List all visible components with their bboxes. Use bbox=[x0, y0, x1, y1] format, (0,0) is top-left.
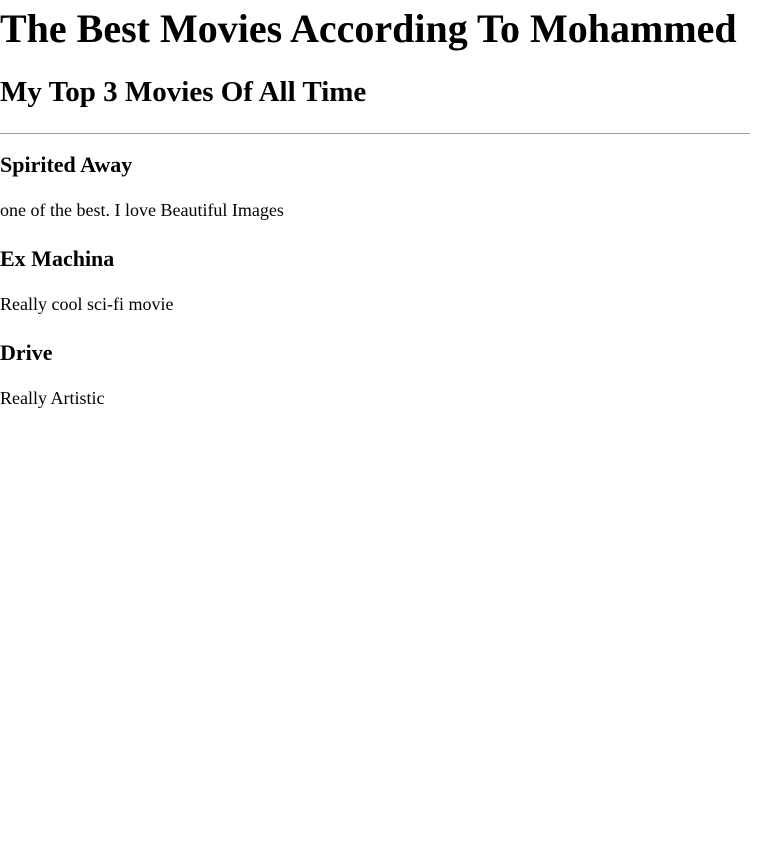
page-subtitle: My Top 3 Movies Of All Time bbox=[0, 76, 367, 108]
page-content: The Best Movies According To Mohammed My… bbox=[0, 0, 750, 409]
movie-item: Spirited Away one of the best. I love Be… bbox=[0, 152, 750, 221]
movie-list: Spirited Away one of the best. I love Be… bbox=[0, 152, 750, 409]
movie-description: one of the best. I love Beautiful Images bbox=[0, 200, 284, 220]
section-divider bbox=[0, 133, 750, 134]
movie-title: Spirited Away bbox=[0, 152, 133, 177]
movie-description: Really cool sci-fi movie bbox=[0, 294, 174, 314]
page-title: The Best Movies According To Mohammed bbox=[0, 6, 737, 51]
movie-title: Drive bbox=[0, 340, 53, 365]
movie-item: Ex Machina Really cool sci-fi movie bbox=[0, 246, 750, 315]
movie-title: Ex Machina bbox=[0, 246, 115, 271]
movie-item: Drive Really Artistic bbox=[0, 340, 750, 409]
movie-description: Really Artistic bbox=[0, 388, 105, 408]
